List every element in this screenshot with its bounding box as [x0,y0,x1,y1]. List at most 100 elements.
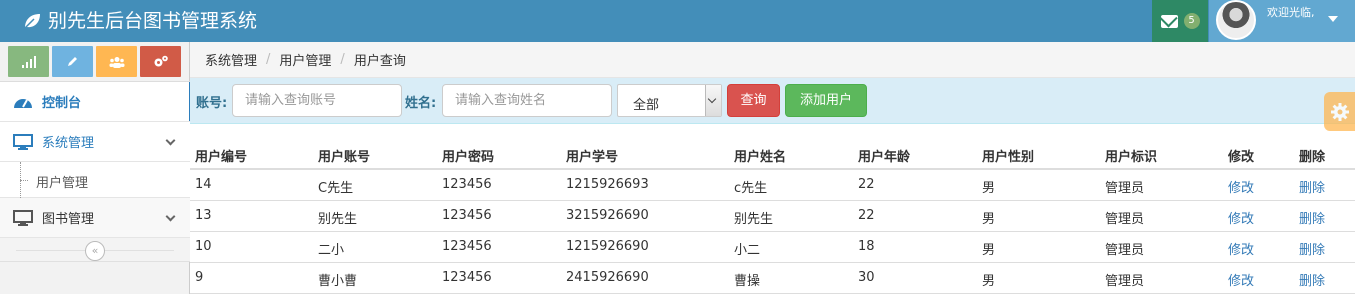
breadcrumb-item-current: 用户查询 [353,54,406,69]
cell-age: 18 [858,239,875,254]
cell-id: 9 [195,270,204,285]
cell-student-no: 1215926690 [566,239,649,254]
delete-link[interactable]: 删除 [1299,270,1325,289]
cell-account: 二小 [318,243,345,258]
cell-password: 123456 [442,208,492,223]
pencil-icon [68,57,77,66]
column-header: 用户性别 [982,150,1035,165]
sidebar-item-label: 控制台 [42,96,82,111]
chevron-down-icon [165,135,176,146]
sidebar-item-system[interactable]: 系统管理 [0,122,190,162]
mail-count-badge: 5 [1183,13,1200,29]
column-header: 用户年龄 [858,150,911,165]
desktop-icon [12,133,34,150]
delete-link[interactable]: 删除 [1299,239,1325,258]
cell-age: 22 [858,177,875,192]
cell-id: 14 [195,177,212,192]
account-search-input[interactable]: 请输入查询账号 [232,84,402,117]
cell-id: 10 [195,239,212,254]
delete-link[interactable]: 删除 [1299,177,1325,196]
column-header: 修改 [1228,150,1255,165]
cell-name: 小二 [734,243,761,258]
settings-toggle-button[interactable] [1324,92,1355,131]
messages-button[interactable]: 5 [1152,0,1208,42]
sidebar-subitem-user-management[interactable]: 用户管理 [0,162,190,198]
column-header: 用户账号 [318,150,371,165]
cell-role: 管理员 [1105,181,1145,196]
sidebar-item-dashboard[interactable]: 控制台 [0,82,201,122]
table-row: 10 二小 123456 1215926690 小二 18 男 管理员 修改 删… [190,232,1355,263]
cell-gender: 男 [982,243,996,258]
gear-icon [1330,102,1349,121]
table-row: 9 曹小曹 123456 2415926690 曹操 30 男 管理员 修改 删… [190,263,1355,294]
welcome-text: 欢迎光临, [1267,6,1315,19]
app-title: 别先生后台图书管理系统 [48,10,258,32]
sidebar-item-label: 图书管理 [42,212,95,227]
edit-link[interactable]: 修改 [1228,239,1254,258]
name-search-input[interactable]: 请输入查询姓名 [442,84,612,117]
chevron-down-icon [705,85,721,116]
cell-name: c先生 [734,181,768,196]
edit-link[interactable]: 修改 [1228,208,1254,227]
cell-name: 别先生 [734,212,774,227]
users-icon [109,56,124,68]
tachometer-icon [12,95,34,109]
cell-id: 13 [195,208,212,223]
sidebar-shortcuts [0,42,190,82]
cell-role: 管理员 [1105,243,1145,258]
column-header: 用户学号 [566,150,619,165]
breadcrumb: 系统管理 / 用户管理 / 用户查询 [190,42,1355,78]
shortcut-users-button[interactable] [96,46,137,77]
sidebar-collapse-bar: « [0,238,190,262]
desktop-icon [12,209,34,226]
envelope-icon [1160,14,1178,28]
query-button[interactable]: 查询 [727,84,780,117]
cell-student-no: 3215926690 [566,208,649,223]
role-select-value: 全部 [633,98,660,113]
sidebar-item-label: 系统管理 [42,136,95,151]
cell-password: 123456 [442,239,492,254]
breadcrumb-item[interactable]: 系统管理 [205,50,257,69]
cell-age: 30 [858,270,875,285]
cell-gender: 男 [982,212,996,227]
sidebar-item-books[interactable]: 图书管理 [0,198,190,238]
table-header-row: 用户编号 用户账号 用户密码 用户学号 用户姓名 用户年龄 用户性别 用户标识 … [190,141,1355,170]
sidebar-subitem-label: 用户管理 [36,176,89,191]
add-user-button[interactable]: 添加用户 [785,84,867,117]
cell-gender: 男 [982,181,996,196]
column-header: 用户标识 [1105,150,1158,165]
role-select[interactable]: 全部 [617,84,722,117]
cell-name: 曹操 [734,274,761,289]
edit-link[interactable]: 修改 [1228,270,1254,289]
top-navbar: 别先生后台图书管理系统 5 欢迎光临, [0,0,1355,42]
cell-gender: 男 [982,274,996,289]
table-row: 14 C先生 123456 1215926693 c先生 22 男 管理员 修改… [190,170,1355,201]
edit-link[interactable]: 修改 [1228,177,1254,196]
brand[interactable]: 别先生后台图书管理系统 [22,0,257,42]
avatar [1216,0,1256,40]
cell-password: 123456 [442,270,492,285]
delete-link[interactable]: 删除 [1299,208,1325,227]
shortcut-pencil-button[interactable] [52,46,93,77]
shortcut-cogs-button[interactable] [140,46,181,77]
search-bar: 账号: 请输入查询账号 姓名: 请输入查询姓名 全部 查询 添加用户 [190,78,1355,124]
cell-age: 22 [858,208,875,223]
account-label: 账号: [196,96,228,111]
sidebar: 控制台 系统管理 用户管理 图书管理 « [0,42,201,294]
column-header: 删除 [1299,150,1326,165]
collapse-sidebar-button[interactable]: « [85,241,105,261]
cogs-icon [154,55,168,67]
leaf-icon [24,14,40,29]
shortcut-signal-button[interactable] [8,46,49,77]
cell-account: 曹小曹 [318,274,358,289]
cell-role: 管理员 [1105,274,1145,289]
column-header: 用户编号 [195,150,248,165]
name-label: 姓名: [405,96,437,111]
cell-password: 123456 [442,177,492,192]
cell-student-no: 1215926693 [566,177,649,192]
cell-student-no: 2415926690 [566,270,649,285]
signal-icon [21,55,36,68]
breadcrumb-item[interactable]: 用户管理 [279,50,331,69]
user-menu[interactable]: 欢迎光临, [1209,0,1355,42]
cell-account: 别先生 [318,212,358,227]
